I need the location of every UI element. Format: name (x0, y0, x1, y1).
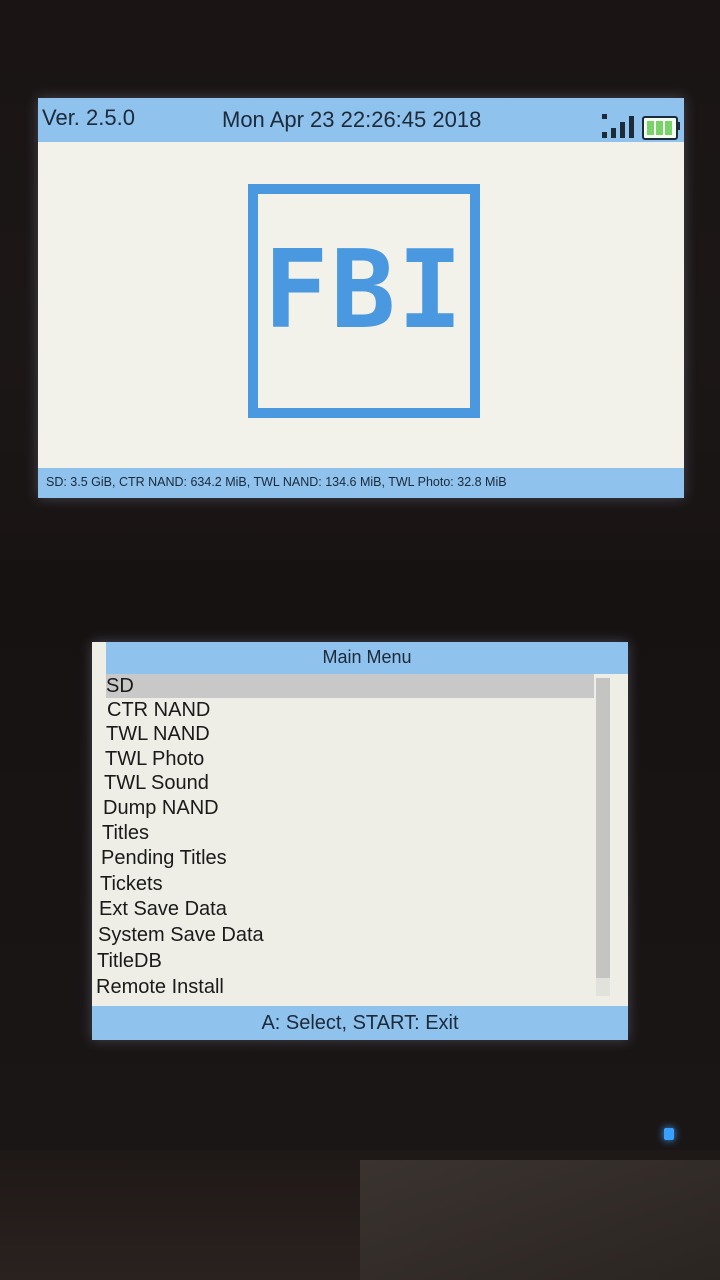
menu-item-label: TWL Photo (105, 748, 205, 770)
storage-info: SD: 3.5 GiB, CTR NAND: 634.2 MiB, TWL NA… (46, 475, 507, 489)
battery-tip (676, 122, 680, 130)
menu-item-titles[interactable]: Titles (102, 821, 149, 845)
menu-item-system-save-data[interactable]: System Save Data (98, 923, 264, 947)
menu-item-pending-titles[interactable]: Pending Titles (101, 846, 227, 870)
menu-item-twl-sound[interactable]: TWL Sound (104, 771, 209, 795)
menu-item-label: Remote Install (96, 976, 224, 998)
power-led-icon (664, 1128, 674, 1140)
menu-item-ext-save-data[interactable]: Ext Save Data (99, 897, 227, 921)
menu-item-label: Tickets (100, 873, 163, 895)
main-menu-list: SD CTR NAND TWL NAND TWL Photo TWL Sound… (92, 674, 612, 1004)
controls-hint: A: Select, START: Exit (261, 1012, 459, 1034)
fbi-logo-text: FBI (263, 228, 465, 353)
menu-item-ctr-nand[interactable]: CTR NAND (107, 698, 210, 722)
menu-item-twl-nand[interactable]: TWL NAND (106, 722, 210, 746)
fbi-logo: FBI (248, 184, 480, 418)
menu-item-label: Dump NAND (103, 797, 219, 819)
menu-item-label: SD (106, 675, 134, 697)
menu-item-titledb[interactable]: TitleDB (97, 949, 162, 973)
version-label: Ver. 2.5.0 (42, 105, 135, 130)
menu-item-label: TWL NAND (106, 723, 210, 745)
menu-scrollbar[interactable] (596, 678, 610, 996)
menu-item-sd[interactable]: SD (106, 674, 594, 698)
menu-item-dump-nand[interactable]: Dump NAND (103, 796, 219, 820)
menu-item-label: TWL Sound (104, 772, 209, 794)
bottom-screen: Main Menu SD CTR NAND TWL NAND TWL Photo… (92, 642, 628, 1040)
menu-item-remote-install[interactable]: Remote Install (96, 975, 224, 999)
battery-icon (642, 116, 678, 140)
menu-item-twl-photo[interactable]: TWL Photo (105, 747, 204, 771)
status-bar: Ver. 2.5.0 Mon Apr 23 22:26:45 2018 (38, 98, 684, 142)
menu-header: Main Menu (106, 642, 628, 674)
menu-item-label: Pending Titles (101, 847, 227, 869)
storage-bar: SD: 3.5 GiB, CTR NAND: 634.2 MiB, TWL NA… (38, 468, 684, 498)
menu-title: Main Menu (322, 647, 412, 667)
menu-item-label: System Save Data (98, 924, 264, 946)
menu-item-label: Titles (102, 822, 150, 844)
scroll-thumb[interactable] (596, 678, 610, 978)
top-screen: Ver. 2.5.0 Mon Apr 23 22:26:45 2018 FBI … (38, 98, 684, 498)
menu-item-label: CTR NAND (107, 699, 211, 721)
menu-item-label: Ext Save Data (99, 898, 227, 920)
background-paper (360, 1160, 720, 1280)
menu-footer: A: Select, START: Exit (92, 1006, 628, 1040)
wifi-signal-icon (602, 114, 634, 138)
menu-item-tickets[interactable]: Tickets (100, 872, 163, 896)
datetime-label: Mon Apr 23 22:26:45 2018 (222, 107, 482, 132)
menu-item-label: TitleDB (97, 950, 162, 972)
